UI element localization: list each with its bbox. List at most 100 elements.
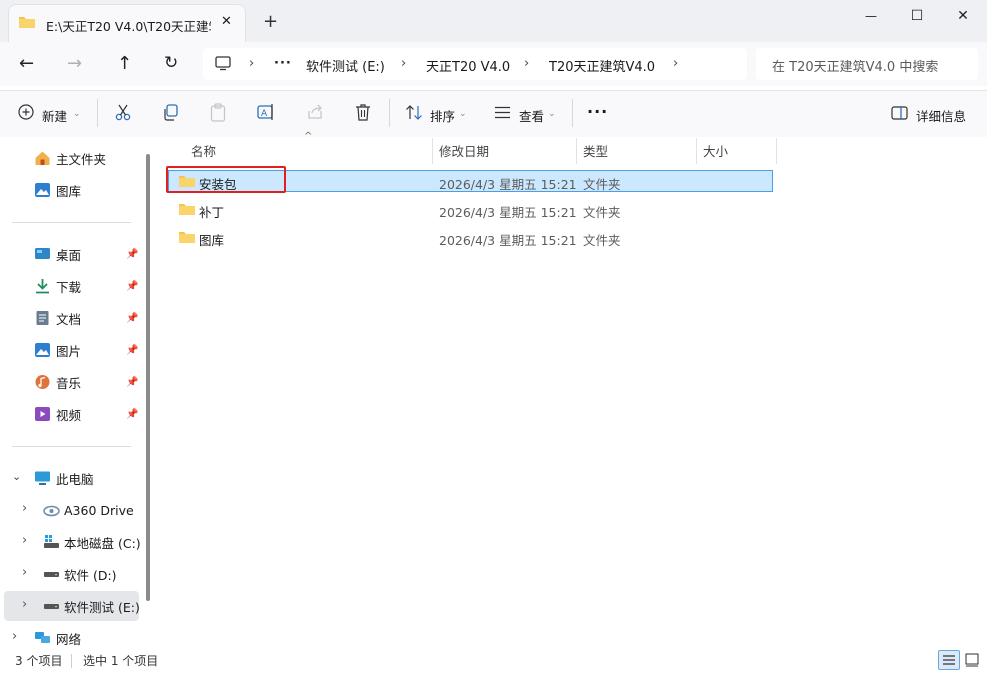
- chevron-down-icon[interactable]: ⌄: [12, 470, 21, 483]
- sidebar-item-network[interactable]: 网络: [34, 623, 81, 653]
- new-button[interactable]: 新建: [42, 106, 67, 125]
- desktop-icon: [35, 248, 50, 259]
- pin-icon[interactable]: 📌: [126, 377, 138, 388]
- sidebar-item-a360[interactable]: A360 Drive: [43, 495, 134, 525]
- more-options-button[interactable]: ···: [587, 102, 608, 121]
- sidebar-scrollbar[interactable]: [146, 154, 150, 601]
- sidebar-item-label: 文档: [56, 311, 82, 327]
- sidebar-item-pictures[interactable]: 图片: [34, 335, 81, 365]
- column-type[interactable]: 类型: [583, 141, 608, 165]
- breadcrumb-overflow-button[interactable]: ···: [274, 56, 292, 71]
- chevron-right-icon[interactable]: ›: [22, 565, 27, 580]
- chevron-right-icon[interactable]: ›: [22, 501, 27, 516]
- tab-close-button[interactable]: ✕: [221, 14, 232, 29]
- sidebar-item-label: 图片: [56, 343, 82, 359]
- sidebar-item-label: 下载: [56, 279, 82, 295]
- back-button[interactable]: ←: [19, 53, 34, 74]
- sidebar-item-label: 音乐: [56, 375, 82, 391]
- copy-icon[interactable]: [162, 104, 179, 121]
- file-name[interactable]: 补丁: [199, 202, 224, 221]
- file-type: 文件夹: [583, 177, 621, 192]
- windows-drive-icon: [44, 535, 59, 548]
- breadcrumb-item[interactable]: 软件测试 (E:): [306, 56, 385, 75]
- cut-icon[interactable]: [114, 104, 132, 121]
- sidebar-item-gallery[interactable]: 图库: [34, 175, 81, 205]
- sidebar-item-videos[interactable]: 视频: [34, 399, 81, 429]
- sidebar-item-label: 桌面: [56, 247, 82, 263]
- chevron-down-icon: ⌄: [459, 109, 467, 119]
- details-view-button[interactable]: [938, 650, 960, 670]
- network-icon: [35, 632, 50, 643]
- minimize-button[interactable]: —: [848, 0, 894, 32]
- sidebar-item-home[interactable]: 主文件夹: [34, 143, 106, 173]
- breadcrumb-separator: ›: [401, 56, 407, 71]
- breadcrumb-separator: ›: [524, 56, 530, 71]
- annotation-highlight: [166, 166, 286, 193]
- pin-icon[interactable]: 📌: [126, 409, 138, 420]
- column-divider[interactable]: [576, 138, 577, 164]
- file-name[interactable]: 图库: [199, 230, 224, 249]
- refresh-button[interactable]: ↻: [164, 53, 178, 73]
- column-name[interactable]: 名称: [191, 141, 216, 165]
- computer-icon: [35, 471, 50, 485]
- chevron-right-icon[interactable]: ›: [22, 533, 27, 548]
- chevron-right-icon[interactable]: ›: [22, 597, 27, 612]
- sidebar-item-drive-d[interactable]: 软件 (D:): [43, 559, 117, 589]
- paste-icon[interactable]: [210, 103, 226, 122]
- sidebar-item-drive-e[interactable]: 软件测试 (E:): [43, 591, 140, 621]
- toolbar-divider: [572, 99, 573, 127]
- column-modified[interactable]: 修改日期: [439, 141, 489, 165]
- document-icon: [36, 311, 49, 325]
- sidebar-item-this-pc[interactable]: 此电脑: [34, 463, 94, 493]
- music-icon: [35, 375, 50, 389]
- sidebar-item-documents[interactable]: 文档: [34, 303, 81, 333]
- sidebar-item-downloads[interactable]: 下载: [34, 271, 81, 301]
- chevron-down-icon: ⌄: [548, 109, 556, 119]
- pin-icon[interactable]: 📌: [126, 249, 138, 260]
- breadcrumb-item[interactable]: 天正T20 V4.0: [426, 56, 510, 75]
- sidebar-divider: [12, 446, 131, 447]
- breadcrumb-separator: ›: [673, 56, 679, 71]
- forward-button[interactable]: →: [67, 53, 82, 74]
- sidebar-item-desktop[interactable]: 桌面: [34, 239, 81, 269]
- pin-icon[interactable]: 📌: [126, 313, 138, 324]
- sidebar-item-music[interactable]: 音乐: [34, 367, 81, 397]
- rename-icon[interactable]: A: [257, 103, 275, 121]
- search-input[interactable]: 在 T20天正建筑V4.0 中搜索: [772, 56, 938, 75]
- pin-icon[interactable]: 📌: [126, 345, 138, 356]
- gallery-icon: [35, 183, 50, 197]
- sidebar-item-drive-c[interactable]: 本地磁盘 (C:): [43, 527, 141, 557]
- drive-icon: [44, 572, 59, 577]
- details-button[interactable]: 详细信息: [916, 106, 966, 125]
- tab-title: E:\天正T20 V4.0\T20天正建筑V: [46, 19, 211, 34]
- drive-icon: [44, 604, 59, 609]
- new-tab-button[interactable]: +: [263, 11, 278, 32]
- sidebar-item-label: 视频: [56, 407, 82, 423]
- column-divider[interactable]: [696, 138, 697, 164]
- sidebar-item-label: 主文件夹: [56, 151, 107, 167]
- pin-icon[interactable]: 📌: [126, 281, 138, 292]
- delete-icon[interactable]: [355, 103, 371, 121]
- details-view-icon: [943, 655, 955, 665]
- column-divider[interactable]: [776, 138, 777, 164]
- tiles-view-icon[interactable]: [965, 653, 979, 667]
- chevron-right-icon[interactable]: ›: [12, 629, 17, 644]
- column-size[interactable]: 大小: [703, 141, 728, 165]
- status-divider: [71, 654, 72, 668]
- column-divider[interactable]: [432, 138, 433, 164]
- file-modified: 2026/4/3 星期五 15:21: [439, 177, 577, 192]
- share-icon[interactable]: [306, 103, 324, 121]
- file-type: 文件夹: [583, 205, 621, 220]
- sort-button[interactable]: 排序: [430, 106, 455, 125]
- maximize-button[interactable]: ☐: [894, 0, 940, 32]
- details-pane-icon: [891, 106, 908, 120]
- file-modified: 2026/4/3 星期五 15:21: [439, 205, 577, 220]
- file-type: 文件夹: [583, 233, 621, 248]
- view-button[interactable]: 查看: [519, 106, 544, 125]
- up-button[interactable]: ↑: [117, 53, 132, 74]
- breadcrumb-item[interactable]: T20天正建筑V4.0: [549, 56, 655, 75]
- sidebar-item-label: 图库: [56, 183, 82, 199]
- view-icon: [495, 106, 510, 119]
- close-button[interactable]: ✕: [940, 0, 986, 32]
- chevron-down-icon: ⌄: [73, 109, 81, 119]
